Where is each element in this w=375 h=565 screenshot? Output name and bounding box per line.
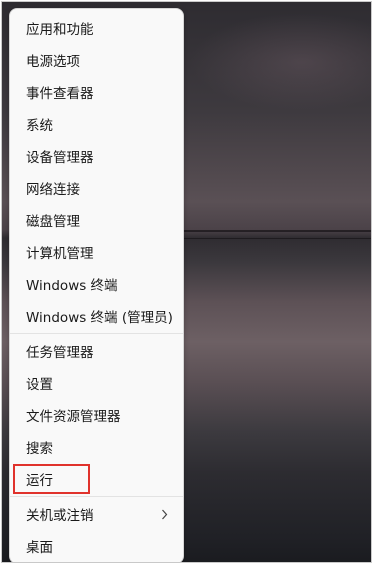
menu-item-file-explorer[interactable]: 文件资源管理器 <box>14 399 179 431</box>
menu-item-label: 计算机管理 <box>26 246 94 262</box>
menu-item-label: 桌面 <box>26 540 53 556</box>
menu-item-network-connections[interactable]: 网络连接 <box>14 172 179 204</box>
menu-item-task-manager[interactable]: 任务管理器 <box>14 335 179 367</box>
menu-group-1: 应用和功能 电源选项 事件查看器 系统 设备管理器 网络连接 磁盘管理 计算机管… <box>10 9 183 332</box>
menu-item-label: 设备管理器 <box>26 150 94 166</box>
menu-item-device-manager[interactable]: 设备管理器 <box>14 140 179 172</box>
menu-item-label: 关机或注销 <box>26 508 94 524</box>
menu-item-windows-terminal[interactable]: Windows 终端 <box>14 268 179 300</box>
menu-item-label: 设置 <box>26 377 53 393</box>
chevron-right-icon <box>159 507 169 521</box>
menu-item-apps-features[interactable]: 应用和功能 <box>14 12 179 44</box>
run-highlight-box <box>13 464 90 494</box>
menu-item-label: 网络连接 <box>26 182 80 198</box>
menu-group-3: 关机或注销 桌面 <box>10 498 183 562</box>
menu-item-settings[interactable]: 设置 <box>14 367 179 399</box>
menu-item-windows-terminal-admin[interactable]: Windows 终端 (管理员) <box>14 300 179 332</box>
menu-item-label: 搜索 <box>26 441 53 457</box>
menu-item-desktop[interactable]: 桌面 <box>14 530 179 562</box>
menu-item-computer-management[interactable]: 计算机管理 <box>14 236 179 268</box>
menu-separator <box>10 496 183 497</box>
menu-item-label: 系统 <box>26 118 53 134</box>
menu-item-label: Windows 终端 <box>26 278 118 294</box>
menu-item-search[interactable]: 搜索 <box>14 431 179 463</box>
screenshot-frame: 应用和功能 电源选项 事件查看器 系统 设备管理器 网络连接 磁盘管理 计算机管… <box>1 1 372 563</box>
menu-item-label: 磁盘管理 <box>26 214 80 230</box>
menu-item-label: 电源选项 <box>26 54 80 70</box>
menu-item-label: 文件资源管理器 <box>26 409 121 425</box>
wallpaper-streak <box>182 230 371 232</box>
menu-item-disk-management[interactable]: 磁盘管理 <box>14 204 179 236</box>
menu-item-event-viewer[interactable]: 事件查看器 <box>14 76 179 108</box>
menu-item-label: Windows 终端 (管理员) <box>26 310 173 326</box>
menu-item-label: 任务管理器 <box>26 345 94 361</box>
menu-item-power-options[interactable]: 电源选项 <box>14 44 179 76</box>
menu-item-system[interactable]: 系统 <box>14 108 179 140</box>
menu-item-label: 事件查看器 <box>26 86 94 102</box>
menu-item-label: 应用和功能 <box>26 22 94 38</box>
wallpaper-streak <box>182 238 371 239</box>
menu-item-shutdown-signout[interactable]: 关机或注销 <box>14 498 179 530</box>
menu-separator <box>10 333 183 334</box>
